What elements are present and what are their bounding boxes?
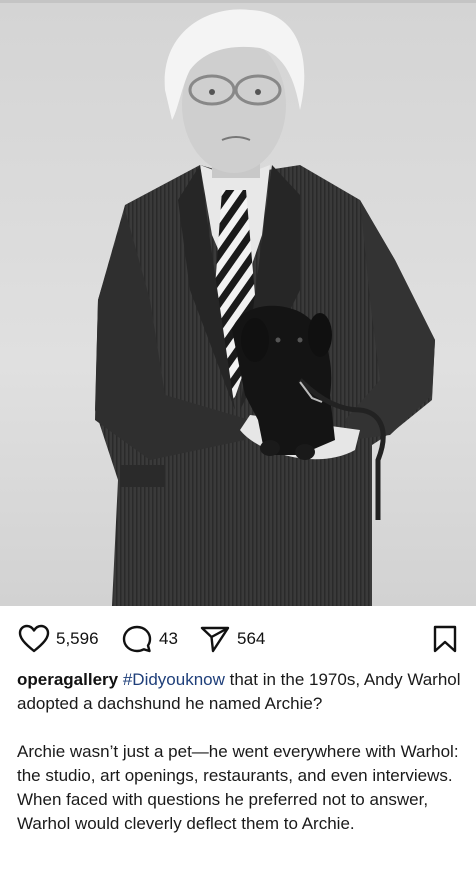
share-button[interactable]: 564 — [199, 624, 265, 654]
comment-icon — [121, 624, 153, 654]
username-link[interactable]: operagallery — [17, 670, 118, 689]
comment-count: 43 — [159, 629, 178, 648]
photo-illustration — [0, 0, 476, 606]
like-button[interactable]: 5,596 — [18, 624, 99, 654]
caption-paragraph-2: Archie wasn’t just a pet—he went everywh… — [17, 742, 459, 833]
share-count: 564 — [237, 629, 266, 648]
post-actions-bar: 5,596 43 564 — [0, 606, 476, 668]
like-count: 5,596 — [56, 629, 99, 648]
caption-paragraph-1: operagallery #Didyouknow that in the 197… — [17, 668, 465, 716]
bookmark-icon — [431, 624, 459, 654]
hashtag-link[interactable]: #Didyouknow — [123, 670, 225, 689]
heart-icon — [18, 624, 50, 654]
post-photo[interactable] — [0, 0, 476, 606]
comment-button[interactable]: 43 — [121, 624, 178, 654]
send-icon — [199, 624, 231, 654]
post-caption: operagallery #Didyouknow that in the 197… — [17, 668, 465, 836]
save-button[interactable] — [431, 624, 459, 654]
